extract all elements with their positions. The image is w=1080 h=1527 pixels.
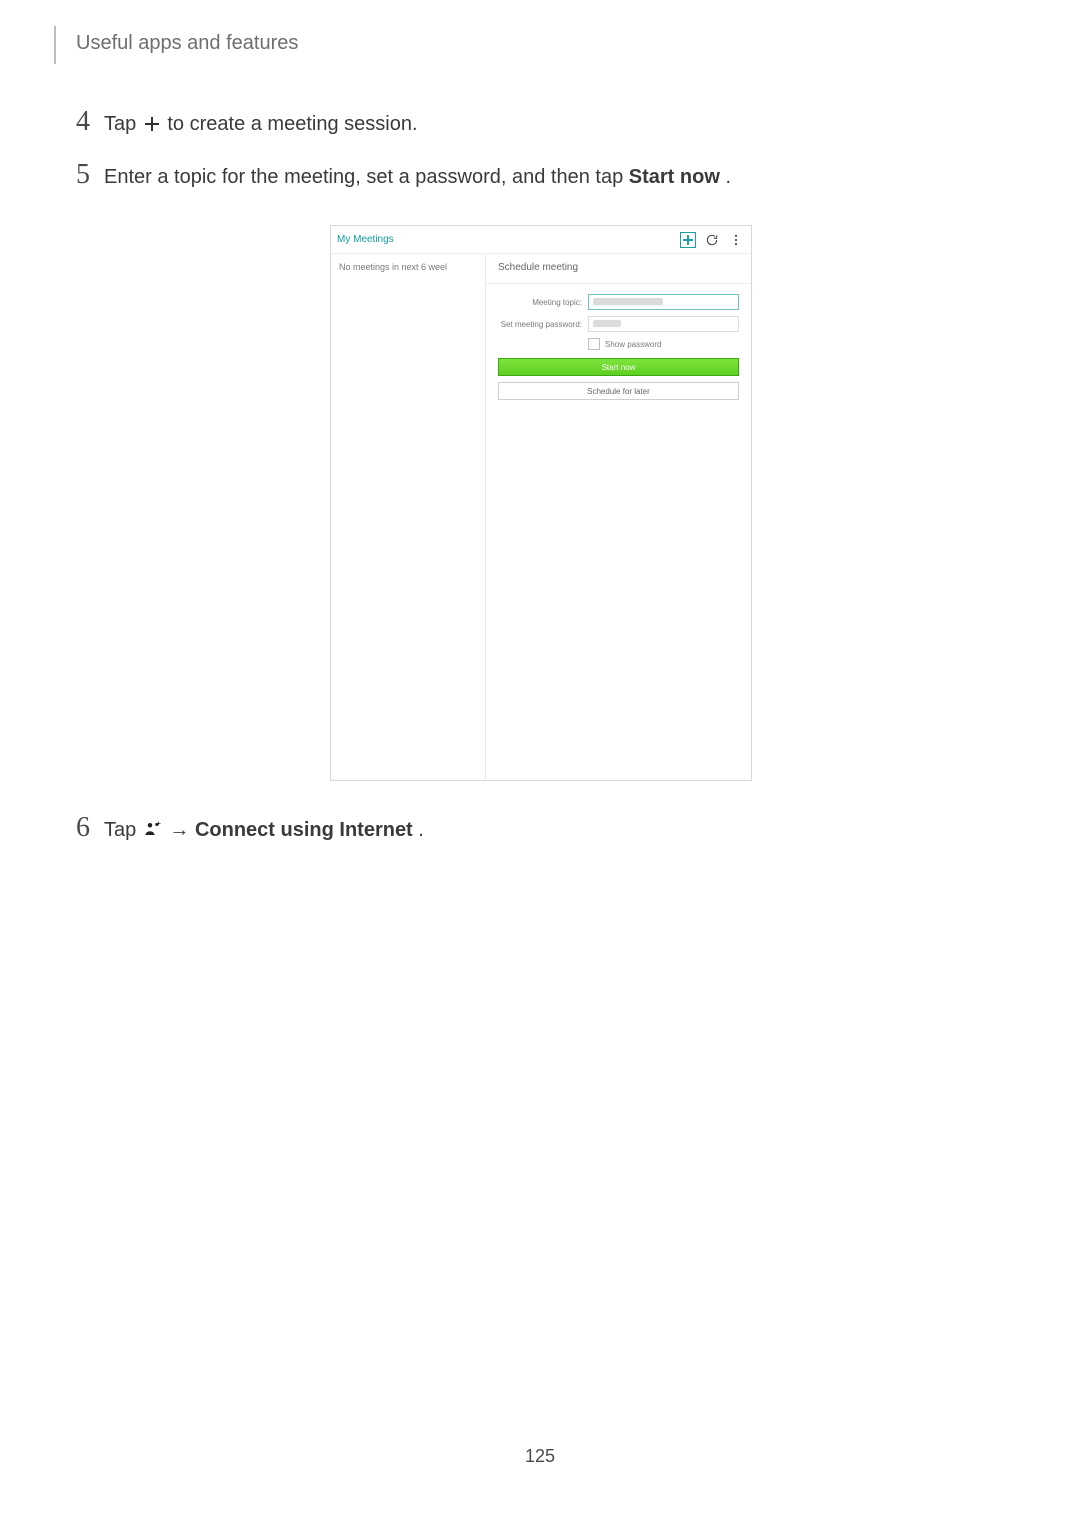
- step6-bold: Connect using Internet: [195, 819, 413, 841]
- section-header: Useful apps and features: [76, 32, 298, 55]
- step6-post: .: [418, 819, 424, 841]
- app-topbar: My Meetings: [331, 226, 751, 254]
- step-4: 4 Tap to create a meeting session.: [76, 106, 976, 139]
- start-now-label: Start now: [602, 363, 636, 372]
- meeting-password-label: Set meeting password:: [498, 320, 588, 329]
- step5-post: .: [725, 166, 731, 188]
- app-body: No meetings in next 6 weel Schedule meet…: [331, 254, 751, 780]
- step6-arrow: →: [169, 819, 195, 841]
- step4-post: to create a meeting session.: [167, 113, 417, 135]
- step-5: 5 Enter a topic for the meeting, set a p…: [76, 159, 976, 191]
- plus-icon: [144, 113, 160, 139]
- refresh-button[interactable]: [703, 231, 721, 249]
- schedule-panel-title: Schedule meeting: [498, 262, 739, 273]
- step-number: 5: [76, 159, 104, 191]
- add-meeting-button[interactable]: [679, 231, 697, 249]
- schedule-panel: Schedule meeting Meeting topic: Set meet…: [486, 254, 751, 780]
- step4-pre: Tap: [104, 113, 142, 135]
- header-rule: [54, 26, 56, 64]
- invite-people-icon: [144, 819, 162, 845]
- meeting-topic-row: Meeting topic:: [498, 294, 739, 310]
- step-text: Tap to create a meeting session.: [104, 111, 418, 139]
- step-6: 6 Tap → Connect using Internet .: [76, 812, 424, 845]
- step6-pre: Tap: [104, 819, 142, 841]
- meeting-topic-input[interactable]: [588, 294, 739, 310]
- start-now-button[interactable]: Start now: [498, 358, 739, 376]
- show-password-row[interactable]: Show password: [588, 338, 739, 350]
- show-password-label: Show password: [605, 340, 661, 349]
- step-number: 6: [76, 812, 104, 844]
- meeting-password-row: Set meeting password:: [498, 316, 739, 332]
- app-title: My Meetings: [337, 234, 673, 245]
- divider: [486, 283, 751, 284]
- step-text: Tap → Connect using Internet .: [104, 817, 424, 845]
- steps-list: 4 Tap to create a meeting session. 5 Ent…: [76, 106, 976, 211]
- schedule-later-label: Schedule for later: [587, 387, 650, 396]
- no-meetings-text: No meetings in next 6 weel: [339, 262, 477, 272]
- page-number: 125: [0, 1446, 1080, 1467]
- step5-bold: Start now: [629, 166, 720, 188]
- meeting-password-input[interactable]: [588, 316, 739, 332]
- app-screenshot: My Meetings No meetings in next 6 weel S…: [330, 225, 752, 781]
- meeting-topic-label: Meeting topic:: [498, 298, 588, 307]
- more-options-button[interactable]: [727, 231, 745, 249]
- step-number: 4: [76, 106, 104, 138]
- meetings-list-panel: No meetings in next 6 weel: [331, 254, 486, 780]
- plus-icon: [680, 232, 696, 248]
- show-password-checkbox[interactable]: [588, 338, 600, 350]
- step-text: Enter a topic for the meeting, set a pas…: [104, 164, 731, 190]
- schedule-later-button[interactable]: Schedule for later: [498, 382, 739, 400]
- step5-pre: Enter a topic for the meeting, set a pas…: [104, 166, 629, 188]
